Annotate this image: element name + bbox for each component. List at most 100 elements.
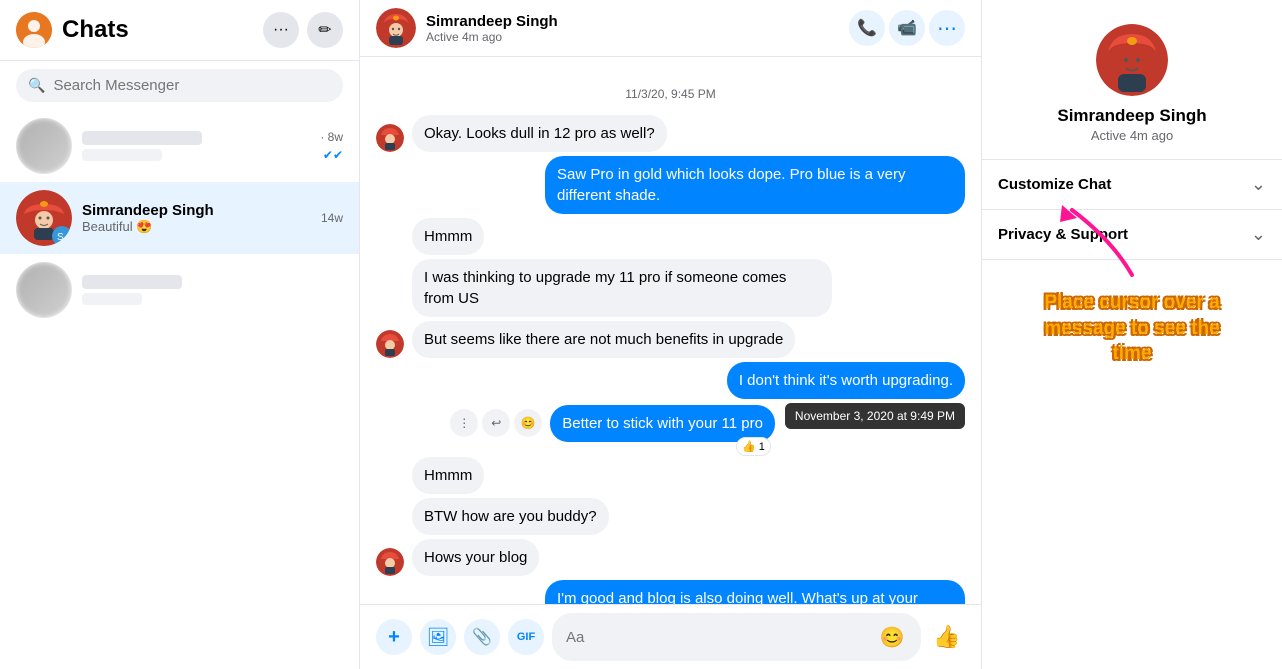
chat-time: · 8w — [320, 130, 343, 144]
contact-name: Simrandeep Singh — [426, 13, 849, 30]
chat-preview: Beautiful 😍 — [82, 219, 321, 235]
table-row: But seems like there are not much benefi… — [376, 321, 965, 358]
list-item[interactable] — [0, 254, 359, 326]
phone-icon: 📞 — [857, 18, 877, 38]
compose-button[interactable]: ✏ — [307, 12, 343, 48]
search-input[interactable] — [53, 77, 331, 94]
dots-icon: ⋯ — [937, 16, 957, 41]
chevron-down-icon: ⌄ — [1251, 224, 1266, 245]
sidebar: Chats ··· ✏ 🔍 · 8w ✔ — [0, 0, 360, 669]
list-item[interactable]: S Simrandeep Singh Beautiful 😍 14w — [0, 182, 359, 254]
chevron-down-icon: ⌄ — [1251, 174, 1266, 195]
date-label: 11/3/20, 9:45 PM — [617, 87, 724, 101]
phone-call-button[interactable]: 📞 — [849, 10, 885, 46]
contact-status: Active 4m ago — [426, 30, 849, 44]
table-row: Hmmm — [376, 457, 965, 494]
message-input[interactable] — [566, 629, 878, 646]
customize-chat-label: Customize Chat — [998, 176, 1111, 193]
table-row: BTW how are you buddy? — [376, 498, 965, 535]
table-row: Okay. Looks dull in 12 pro as well? — [376, 115, 965, 152]
chat-name — [82, 131, 202, 145]
emoji-icon: 😊 — [880, 627, 905, 649]
message-bubble: BTW how are you buddy? — [412, 498, 609, 535]
more-options-button[interactable]: ⋯ — [929, 10, 965, 46]
profile-name: Simrandeep Singh — [1057, 106, 1206, 126]
react-button[interactable]: 😊 — [514, 409, 542, 437]
avatar — [16, 118, 72, 174]
avatar — [16, 262, 72, 318]
date-divider: 11/3/20, 9:45 PM — [376, 85, 965, 103]
avatar: S — [16, 190, 72, 246]
reply-button[interactable]: ↩ — [482, 409, 510, 437]
chat-info: Simrandeep Singh Beautiful 😍 — [82, 202, 321, 235]
profile-avatar — [1096, 24, 1168, 96]
message-bubble: I was thinking to upgrade my 11 pro if s… — [412, 259, 832, 317]
reaction-badge: 👍 1 — [736, 437, 771, 456]
table-row: Hows your blog — [376, 539, 965, 576]
message-bubble: Hmmm — [412, 457, 484, 494]
chat-preview — [82, 293, 142, 305]
thumb-icon: 👍 — [933, 624, 960, 649]
more-options-button[interactable]: ··· — [263, 12, 299, 48]
attach-icon: 📎 — [472, 627, 492, 647]
chat-name — [82, 275, 182, 289]
image-button[interactable]: 🖼 — [420, 619, 456, 655]
message-input-wrapper: 😊 — [552, 613, 921, 661]
table-row: I'm good and blog is also doing well. Wh… — [376, 580, 965, 604]
message-bubble: Hmmm — [412, 218, 484, 255]
user-avatar — [16, 12, 52, 48]
profile-status: Active 4m ago — [1091, 128, 1173, 143]
chat-meta: · 8w ✔✔ — [320, 130, 343, 162]
right-panel: Simrandeep Singh Active 4m ago Customize… — [982, 0, 1282, 669]
like-button[interactable]: 👍 — [929, 619, 965, 655]
search-icon: 🔍 — [28, 77, 45, 94]
message-bubble: But seems like there are not much benefi… — [412, 321, 795, 358]
chat-preview — [82, 149, 162, 161]
chat-meta: 14w — [321, 211, 343, 225]
compose-icon: ✏ — [318, 20, 331, 40]
avatar — [376, 124, 404, 152]
emoji-button[interactable]: 😊 — [878, 621, 907, 653]
chat-info — [82, 131, 320, 161]
svg-text:S: S — [57, 232, 64, 243]
avatar — [376, 548, 404, 576]
messages-area: 11/3/20, 9:45 PM Okay. Looks dull in 12 … — [360, 57, 981, 604]
input-bar: + 🖼 📎 GIF 😊 👍 — [360, 604, 981, 669]
timestamp-tooltip: November 3, 2020 at 9:49 PM — [785, 403, 965, 429]
message-bubble: I'm good and blog is also doing well. Wh… — [545, 580, 965, 604]
search-wrapper: 🔍 — [16, 69, 343, 102]
video-call-button[interactable]: 📹 — [889, 10, 925, 46]
annotation-text: Place cursor over a message to see the t… — [1042, 290, 1222, 367]
list-item[interactable]: · 8w ✔✔ — [0, 110, 359, 182]
sidebar-actions: ··· ✏ — [263, 12, 343, 48]
annotation: Place cursor over a message to see the t… — [1042, 290, 1222, 367]
attach-button[interactable]: 📎 — [464, 619, 500, 655]
annotation-arrow — [1052, 200, 1152, 280]
chat-time: 14w — [321, 211, 343, 225]
chat-name: Simrandeep Singh — [82, 202, 321, 219]
main-chat: Simrandeep Singh Active 4m ago 📞 📹 ⋯ 11/… — [360, 0, 982, 669]
message-actions: ⋮ ↩ 😊 — [450, 409, 542, 437]
profile-section: Simrandeep Singh Active 4m ago — [982, 0, 1282, 160]
contact-avatar — [376, 8, 416, 48]
plus-icon: + — [388, 626, 400, 649]
chat-list: · 8w ✔✔ — [0, 110, 359, 669]
message-bubble: Hows your blog — [412, 539, 539, 576]
search-bar: 🔍 — [0, 61, 359, 110]
chat-info — [82, 275, 343, 305]
chat-header: Simrandeep Singh Active 4m ago 📞 📹 ⋯ — [360, 0, 981, 57]
image-icon: 🖼 — [427, 627, 450, 648]
contact-info: Simrandeep Singh Active 4m ago — [426, 13, 849, 44]
table-row: I don't think it's worth upgrading. — [376, 362, 965, 399]
message-bubble: Better to stick with your 11 pro — [550, 405, 775, 442]
table-row: Hmmm — [376, 218, 965, 255]
add-button[interactable]: + — [376, 619, 412, 655]
table-row: I was thinking to upgrade my 11 pro if s… — [376, 259, 965, 317]
gif-button[interactable]: GIF — [508, 619, 544, 655]
message-bubble: Saw Pro in gold which looks dope. Pro bl… — [545, 156, 965, 214]
more-action-button[interactable]: ⋮ — [450, 409, 478, 437]
gif-icon: GIF — [517, 631, 535, 643]
table-row: Saw Pro in gold which looks dope. Pro bl… — [376, 156, 965, 214]
avatar — [376, 330, 404, 358]
small-avatar: S — [52, 226, 72, 246]
